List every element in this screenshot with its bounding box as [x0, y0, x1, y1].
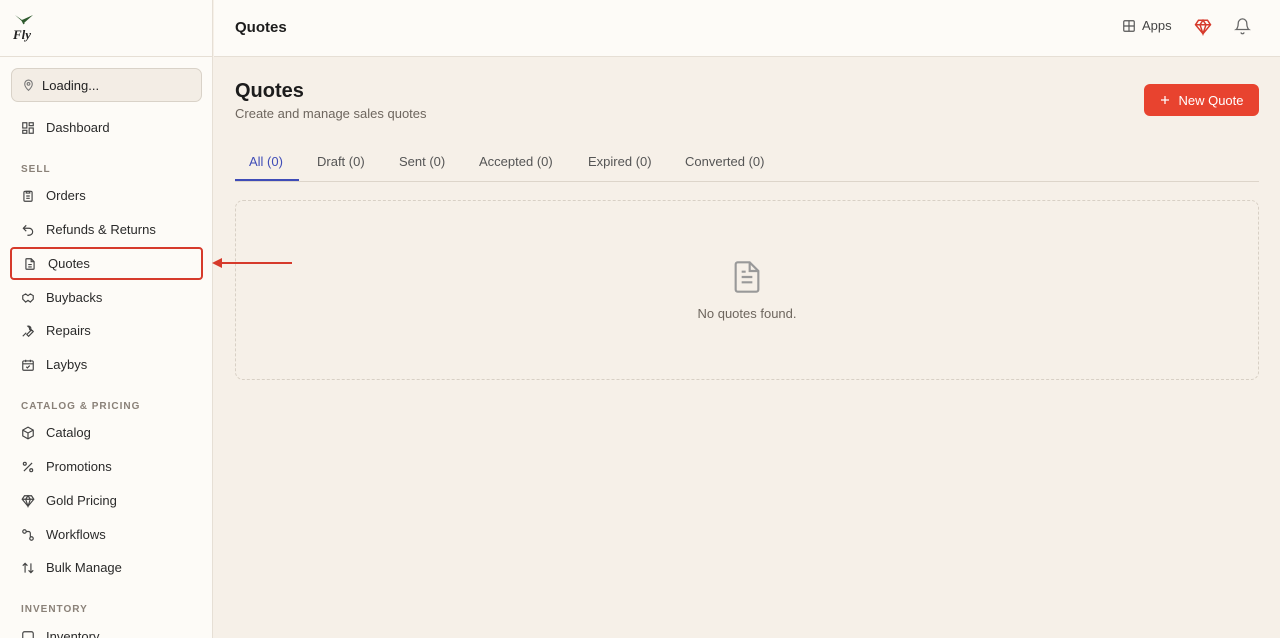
apps-button[interactable]: Apps — [1122, 18, 1172, 33]
active-tab-indicator — [235, 179, 299, 181]
inventory-icon — [22, 630, 34, 638]
sidebar-item-label: Gold Pricing — [46, 493, 117, 508]
plus-icon — [1161, 96, 1170, 104]
tab-draft[interactable]: Draft (0) — [317, 154, 365, 169]
sidebar: Fly Loading... Dashboard SELL Orders Ref… — [0, 0, 213, 638]
annotation-arrow-icon — [212, 258, 292, 268]
box-icon — [22, 425, 34, 440]
sidebar-item-promotions[interactable]: Promotions — [10, 450, 203, 483]
sidebar-divider — [0, 56, 213, 57]
sidebar-item-label: Bulk Manage — [46, 560, 122, 575]
apps-label: Apps — [1142, 18, 1172, 33]
location-selector[interactable]: Loading... — [11, 68, 202, 102]
sidebar-item-label: Catalog — [46, 425, 91, 440]
wrench-icon — [22, 325, 35, 337]
sidebar-item-label: Orders — [46, 188, 86, 203]
sidebar-item-label: Dashboard — [46, 120, 110, 135]
tab-accepted[interactable]: Accepted (0) — [479, 154, 553, 169]
sort-arrows-icon — [22, 562, 34, 573]
dashboard-icon — [22, 121, 34, 134]
sidebar-item-label: Promotions — [46, 459, 112, 474]
sidebar-item-workflows[interactable]: Workflows — [10, 518, 203, 551]
empty-state-text: No quotes found. — [697, 306, 797, 321]
quote-status-tabs: All (0) Draft (0) Sent (0) Accepted (0) … — [235, 144, 1259, 182]
sidebar-item-gold-pricing[interactable]: Gold Pricing — [10, 484, 203, 517]
sidebar-item-quotes[interactable]: Quotes — [10, 247, 203, 280]
sidebar-item-catalog[interactable]: Catalog — [10, 416, 203, 449]
empty-state: No quotes found. — [235, 200, 1259, 380]
new-quote-label: New Quote — [1178, 92, 1244, 108]
sidebar-item-dashboard[interactable]: Dashboard — [10, 111, 203, 144]
logo-text: Fly — [12, 27, 31, 42]
gem-button[interactable] — [1194, 18, 1212, 41]
clipboard-icon — [23, 190, 33, 202]
sidebar-item-laybys[interactable]: Laybys — [10, 348, 203, 381]
tab-expired[interactable]: Expired (0) — [588, 154, 652, 169]
location-pin-icon — [24, 79, 33, 91]
bell-icon — [1234, 18, 1251, 35]
new-quote-button[interactable]: New Quote — [1144, 84, 1259, 116]
top-bar: Quotes Apps — [214, 0, 1280, 57]
tab-all[interactable]: All (0) — [249, 154, 283, 169]
tab-sent[interactable]: Sent (0) — [399, 154, 445, 169]
sidebar-item-label: Workflows — [46, 527, 106, 542]
section-label-sell: SELL — [21, 164, 51, 175]
sidebar-item-label: Quotes — [48, 256, 90, 271]
sidebar-item-orders[interactable]: Orders — [10, 179, 203, 212]
sidebar-item-label: Refunds & Returns — [46, 222, 156, 237]
page-subtitle: Create and manage sales quotes — [235, 106, 427, 121]
notifications-button[interactable] — [1234, 17, 1251, 40]
tab-converted[interactable]: Converted (0) — [685, 154, 764, 169]
document-icon — [25, 257, 35, 270]
sidebar-item-label: Laybys — [46, 357, 88, 372]
sidebar-item-inventory[interactable]: Inventory — [10, 620, 203, 638]
fly-logo[interactable]: Fly — [12, 12, 36, 44]
sidebar-item-label: Inventory — [46, 629, 100, 638]
gem-icon — [21, 494, 35, 508]
sidebar-item-label: Buybacks — [46, 290, 103, 305]
section-label-catalog: CATALOG & PRICING — [21, 401, 141, 412]
handshake-icon — [22, 292, 34, 303]
header-title: Quotes — [235, 19, 287, 36]
sidebar-item-label: Repairs — [46, 323, 91, 338]
sidebar-item-bulk-manage[interactable]: Bulk Manage — [10, 551, 203, 584]
sidebar-item-repairs[interactable]: Repairs — [10, 314, 203, 347]
sidebar-item-buybacks[interactable]: Buybacks — [10, 281, 203, 314]
workflow-icon — [22, 528, 34, 541]
page-title: Quotes — [235, 80, 304, 102]
section-label-inventory: INVENTORY — [21, 604, 88, 615]
undo-icon — [22, 224, 34, 236]
ruby-gem-icon — [1194, 18, 1212, 37]
sidebar-item-refunds[interactable]: Refunds & Returns — [10, 213, 203, 246]
empty-document-icon — [731, 259, 763, 300]
percent-icon — [22, 461, 34, 472]
grid-icon — [1123, 19, 1135, 32]
calendar-check-icon — [22, 359, 34, 371]
location-label: Loading... — [42, 77, 100, 93]
